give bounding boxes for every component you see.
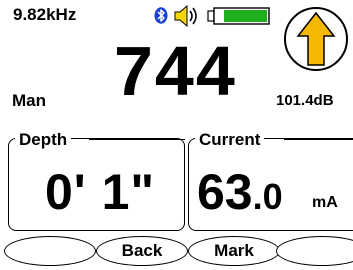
softkey-1[interactable]	[4, 236, 96, 266]
battery-icon	[207, 7, 270, 25]
panel-divider	[284, 139, 353, 140]
back-button[interactable]: Back	[96, 236, 188, 266]
panel-divider	[89, 139, 185, 140]
depth-value: 0' 1"	[45, 164, 156, 220]
current-value: 63.0	[197, 167, 283, 217]
mark-button[interactable]: Mark	[188, 236, 280, 266]
softkey-4[interactable]	[276, 236, 353, 266]
signal-db-readout: 101.4dB	[276, 92, 334, 109]
depth-panel: Depth 0' 1"	[8, 130, 185, 231]
current-title: Current	[195, 130, 265, 150]
softkey-bar: Back Mark	[0, 236, 353, 270]
frequency-readout: 9.82kHz	[13, 5, 77, 24]
current-value-decimal: .0	[252, 176, 283, 217]
bluetooth-icon	[154, 7, 168, 24]
current-value-integer: 63	[197, 164, 253, 220]
mode-label: Man	[12, 91, 46, 110]
current-unit: mA	[312, 194, 338, 211]
up-arrow-icon	[296, 11, 336, 66]
depth-title: Depth	[15, 130, 72, 150]
current-panel: Current 63.0 mA	[188, 130, 353, 231]
locator-display: 9.82kHz 744 Man 101.4dB Depth 0' 1" Curr…	[0, 0, 353, 270]
speaker-icon	[174, 5, 197, 27]
signal-strength-value: 744	[114, 32, 237, 110]
direction-indicator	[284, 7, 348, 71]
